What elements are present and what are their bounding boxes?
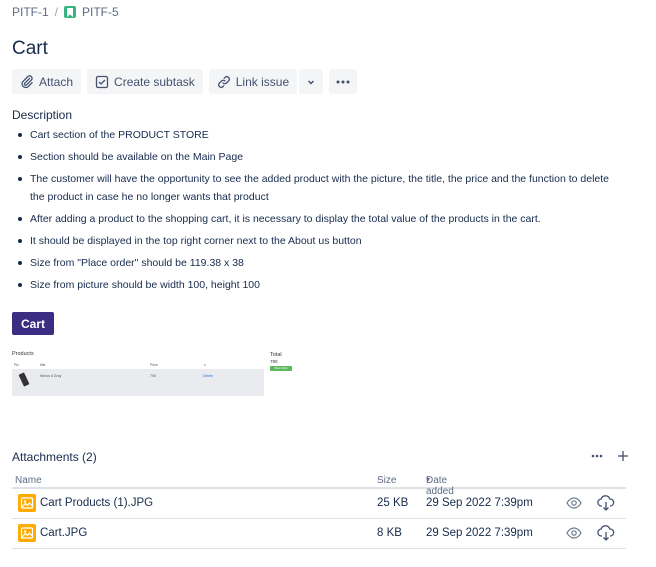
cart-products-image[interactable]: Products Pic title Price x Nexus 6 Gray …: [12, 351, 264, 396]
attachments-more-button[interactable]: [590, 449, 604, 463]
products-row-price: 790: [150, 374, 156, 378]
more-actions-button[interactable]: [329, 69, 358, 94]
products-col-title: title: [40, 363, 46, 367]
description-label: Description: [12, 108, 73, 122]
download-button[interactable]: [597, 525, 615, 544]
list-item: The customer will have the opportunity t…: [12, 170, 622, 206]
create-subtask-label: Create subtask: [114, 74, 195, 89]
more-icon: [336, 80, 350, 83]
file-date: 29 Sep 2022 7:39pm: [426, 527, 533, 539]
list-item: Size from picture should be width 100, h…: [12, 276, 622, 294]
cart-total-image: Total 790 Place Order: [270, 352, 292, 371]
plus-icon: [618, 451, 628, 461]
preview-button[interactable]: [566, 527, 582, 542]
total-value: 790: [270, 359, 278, 364]
place-order-thumb: Place Order: [270, 366, 292, 371]
eye-icon: [566, 527, 582, 539]
cart-image-label: Cart: [20, 316, 45, 331]
table-row[interactable]: Cart.JPG 8 KB 29 Sep 2022 7:39pm: [12, 519, 626, 549]
products-col-pic: Pic: [14, 363, 19, 367]
file-name-link[interactable]: Cart Products (1).JPG: [40, 497, 153, 509]
products-col-x: x: [204, 363, 206, 367]
issue-toolbar: Attach Create subtask Link issue: [12, 69, 358, 94]
image-file-icon: [18, 494, 36, 512]
link-issue-button[interactable]: Link issue: [208, 69, 298, 94]
link-icon: [217, 75, 230, 88]
cloud-download-icon: [597, 495, 615, 511]
subtask-icon: [95, 75, 109, 88]
eye-icon: [566, 497, 582, 509]
link-issue-label: Link issue: [235, 74, 290, 89]
image-file-icon: [18, 524, 36, 542]
products-col-price: Price: [150, 363, 158, 367]
breadcrumb-current-link[interactable]: PITF-5: [82, 5, 119, 19]
products-image-header: Pic title Price x: [12, 361, 264, 368]
chevron-down-icon: [308, 79, 315, 85]
list-item: Section should be available on the Main …: [12, 148, 622, 166]
list-item: After adding a product to the shopping c…: [12, 210, 622, 228]
file-date: 29 Sep 2022 7:39pm: [426, 497, 533, 509]
file-size: 25 KB: [377, 497, 409, 509]
list-item: Size from "Place order" should be 119.38…: [12, 254, 622, 272]
attachments-table-header: Name ⁝ Size ⁝ Date added ▾: [12, 471, 626, 497]
file-size: 8 KB: [377, 527, 402, 539]
file-name-link[interactable]: Cart.JPG: [40, 527, 87, 539]
products-row-title: Nexus 6 Gray: [40, 374, 62, 378]
breadcrumb-parent-link[interactable]: PITF-1: [12, 5, 49, 19]
attachments-actions: [590, 449, 630, 463]
attach-button[interactable]: Attach: [12, 69, 82, 94]
total-label: Total: [270, 352, 282, 358]
attach-label: Attach: [39, 74, 74, 89]
cart-image[interactable]: Cart: [12, 312, 54, 335]
download-button[interactable]: [597, 495, 615, 514]
preview-button[interactable]: [566, 497, 582, 512]
phone-thumbnail: [18, 372, 30, 387]
list-item: It should be displayed in the top right …: [12, 232, 622, 250]
products-row-delete: Delete: [203, 374, 214, 378]
cloud-download-icon: [597, 525, 615, 541]
issue-title[interactable]: Cart: [12, 38, 48, 60]
story-icon: [64, 6, 77, 18]
paperclip-icon: [21, 74, 33, 88]
breadcrumb: PITF-1 / PITF-5: [12, 5, 119, 19]
attachments-header: Attachments (2): [12, 450, 97, 464]
attachments-table: Name ⁝ Size ⁝ Date added ▾ Cart Products…: [12, 471, 626, 549]
products-image-title: Products: [12, 351, 34, 357]
table-row[interactable]: Cart Products (1).JPG 25 KB 29 Sep 2022 …: [12, 489, 626, 519]
list-item: Cart section of the PRODUCT STORE: [12, 126, 622, 144]
breadcrumb-separator: /: [54, 5, 59, 19]
description-list[interactable]: Cart section of the PRODUCT STORE Sectio…: [12, 126, 622, 298]
more-icon: [591, 454, 603, 458]
products-image-row: Nexus 6 Gray 790 Delete: [12, 369, 264, 396]
link-issue-dropdown-button[interactable]: [299, 69, 324, 94]
create-subtask-button[interactable]: Create subtask: [87, 69, 203, 94]
add-attachment-button[interactable]: [616, 449, 630, 463]
